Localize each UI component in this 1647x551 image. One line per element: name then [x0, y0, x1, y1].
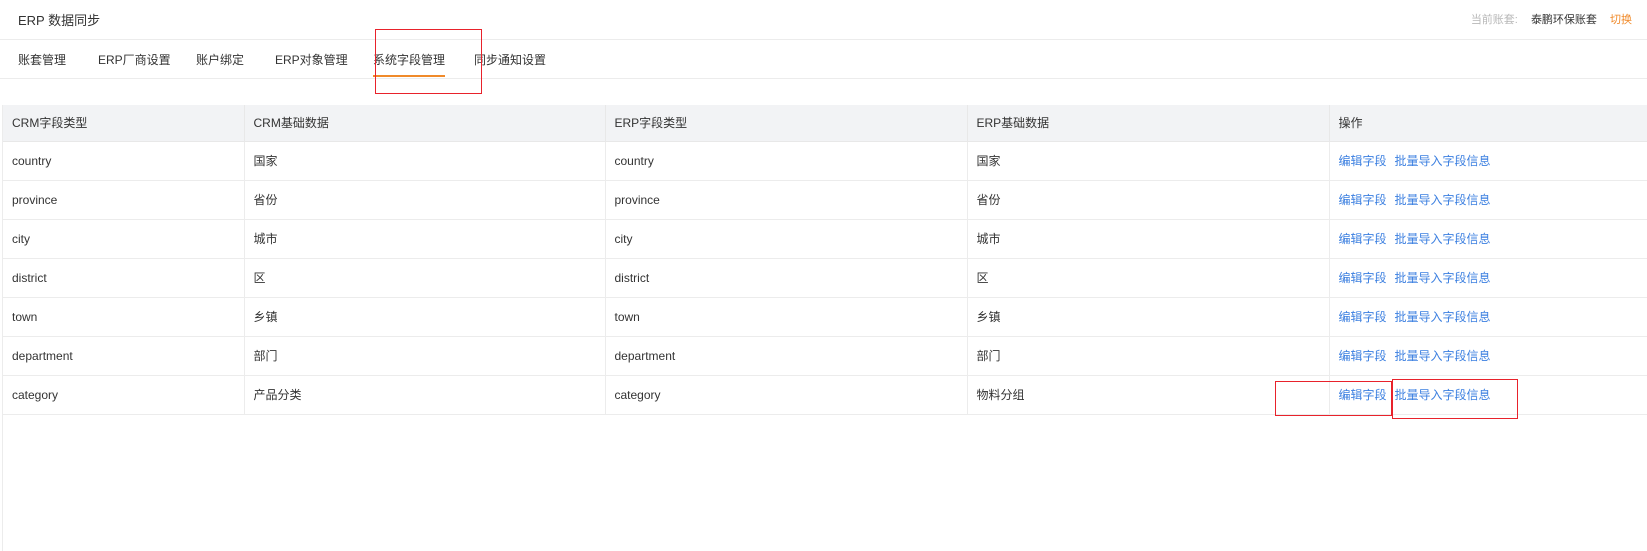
table-header-row: CRM字段类型 CRM基础数据 ERP字段类型 ERP基础数据 操作 — [3, 105, 1647, 142]
erp-type-cell: country — [605, 141, 968, 181]
column-header-erp-base: ERP基础数据 — [967, 105, 1330, 142]
crm-base-cell: 乡镇 — [244, 297, 606, 337]
edit-field-link[interactable]: 编辑字段 — [1339, 193, 1387, 207]
erp-base-cell: 城市 — [967, 219, 1330, 259]
account-info: 当前账套: 泰鹏环保账套 切换 — [1471, 11, 1632, 27]
column-header-crm-base: CRM基础数据 — [244, 105, 606, 142]
column-header-crm-type: CRM字段类型 — [3, 105, 245, 142]
crm-type-cell: province — [3, 180, 245, 220]
erp-base-cell: 乡镇 — [967, 297, 1330, 337]
batch-import-link[interactable]: 批量导入字段信息 — [1395, 310, 1491, 324]
erp-base-cell: 区 — [967, 258, 1330, 298]
actions-cell: 编辑字段 批量导入字段信息 — [1329, 219, 1647, 259]
erp-type-cell: province — [605, 180, 968, 220]
actions-cell: 编辑字段 批量导入字段信息 — [1329, 375, 1647, 415]
erp-base-cell: 部门 — [967, 336, 1330, 376]
batch-import-link[interactable]: 批量导入字段信息 — [1395, 193, 1491, 207]
tab-account-binding[interactable]: 账户绑定 — [196, 51, 244, 77]
field-table-container: CRM字段类型 CRM基础数据 ERP字段类型 ERP基础数据 操作 count… — [2, 105, 1647, 551]
table-row: category 产品分类 category 物料分组 编辑字段 批量导入字段信息 — [3, 375, 1647, 415]
edit-field-link[interactable]: 编辑字段 — [1339, 349, 1387, 363]
erp-type-cell: category — [605, 375, 968, 415]
page-title: ERP 数据同步 — [18, 13, 101, 28]
tab-erp-vendor[interactable]: ERP厂商设置 — [98, 51, 171, 77]
actions-cell: 编辑字段 批量导入字段信息 — [1329, 258, 1647, 298]
erp-base-cell: 物料分组 — [967, 375, 1330, 415]
batch-import-link[interactable]: 批量导入字段信息 — [1395, 271, 1491, 285]
actions-cell: 编辑字段 批量导入字段信息 — [1329, 141, 1647, 181]
actions-cell: 编辑字段 批量导入字段信息 — [1329, 336, 1647, 376]
crm-base-cell: 产品分类 — [244, 375, 606, 415]
tab-bar: 账套管理 ERP厂商设置 账户绑定 ERP对象管理 系统字段管理 同步通知设置 — [0, 40, 1647, 79]
crm-base-cell: 国家 — [244, 141, 606, 181]
crm-type-cell: city — [3, 219, 245, 259]
edit-field-link[interactable]: 编辑字段 — [1339, 388, 1387, 402]
table-row: country 国家 country 国家 编辑字段 批量导入字段信息 — [3, 141, 1647, 181]
erp-type-cell: city — [605, 219, 968, 259]
crm-type-cell: category — [3, 375, 245, 415]
edit-field-link[interactable]: 编辑字段 — [1339, 310, 1387, 324]
table-row: town 乡镇 town 乡镇 编辑字段 批量导入字段信息 — [3, 297, 1647, 337]
batch-import-link[interactable]: 批量导入字段信息 — [1395, 232, 1491, 246]
table-row: department 部门 department 部门 编辑字段 批量导入字段信息 — [3, 336, 1647, 376]
column-header-erp-type: ERP字段类型 — [605, 105, 968, 142]
page-header: ERP 数据同步 当前账套: 泰鹏环保账套 切换 — [0, 0, 1647, 40]
field-mapping-table: CRM字段类型 CRM基础数据 ERP字段类型 ERP基础数据 操作 count… — [3, 105, 1647, 415]
table-row: district 区 district 区 编辑字段 批量导入字段信息 — [3, 258, 1647, 298]
erp-type-cell: district — [605, 258, 968, 298]
current-account-label: 当前账套: — [1470, 14, 1518, 26]
erp-type-cell: town — [605, 297, 968, 337]
tab-system-field[interactable]: 系统字段管理 — [373, 51, 446, 77]
edit-field-link[interactable]: 编辑字段 — [1339, 271, 1387, 285]
tab-sync-notify[interactable]: 同步通知设置 — [474, 51, 546, 77]
table-row: city 城市 city 城市 编辑字段 批量导入字段信息 — [3, 219, 1647, 259]
edit-field-link[interactable]: 编辑字段 — [1339, 232, 1387, 246]
crm-type-cell: country — [3, 141, 245, 181]
crm-type-cell: district — [3, 258, 245, 298]
edit-field-link[interactable]: 编辑字段 — [1339, 154, 1387, 168]
crm-base-cell: 省份 — [244, 180, 606, 220]
crm-type-cell: town — [3, 297, 245, 337]
batch-import-link[interactable]: 批量导入字段信息 — [1395, 154, 1491, 168]
actions-cell: 编辑字段 批量导入字段信息 — [1329, 297, 1647, 337]
crm-type-cell: department — [3, 336, 245, 376]
column-header-actions: 操作 — [1329, 105, 1647, 142]
tab-erp-object[interactable]: ERP对象管理 — [275, 51, 348, 77]
current-account-name: 泰鹏环保账套 — [1530, 14, 1597, 26]
crm-base-cell: 区 — [244, 258, 606, 298]
crm-base-cell: 部门 — [244, 336, 606, 376]
batch-import-link[interactable]: 批量导入字段信息 — [1395, 388, 1491, 402]
tab-account-set[interactable]: 账套管理 — [18, 51, 66, 77]
erp-type-cell: department — [605, 336, 968, 376]
batch-import-link[interactable]: 批量导入字段信息 — [1395, 349, 1491, 363]
erp-base-cell: 国家 — [967, 141, 1330, 181]
erp-base-cell: 省份 — [967, 180, 1330, 220]
actions-cell: 编辑字段 批量导入字段信息 — [1329, 180, 1647, 220]
table-row: province 省份 province 省份 编辑字段 批量导入字段信息 — [3, 180, 1647, 220]
switch-account-link[interactable]: 切换 — [1610, 14, 1632, 26]
crm-base-cell: 城市 — [244, 219, 606, 259]
